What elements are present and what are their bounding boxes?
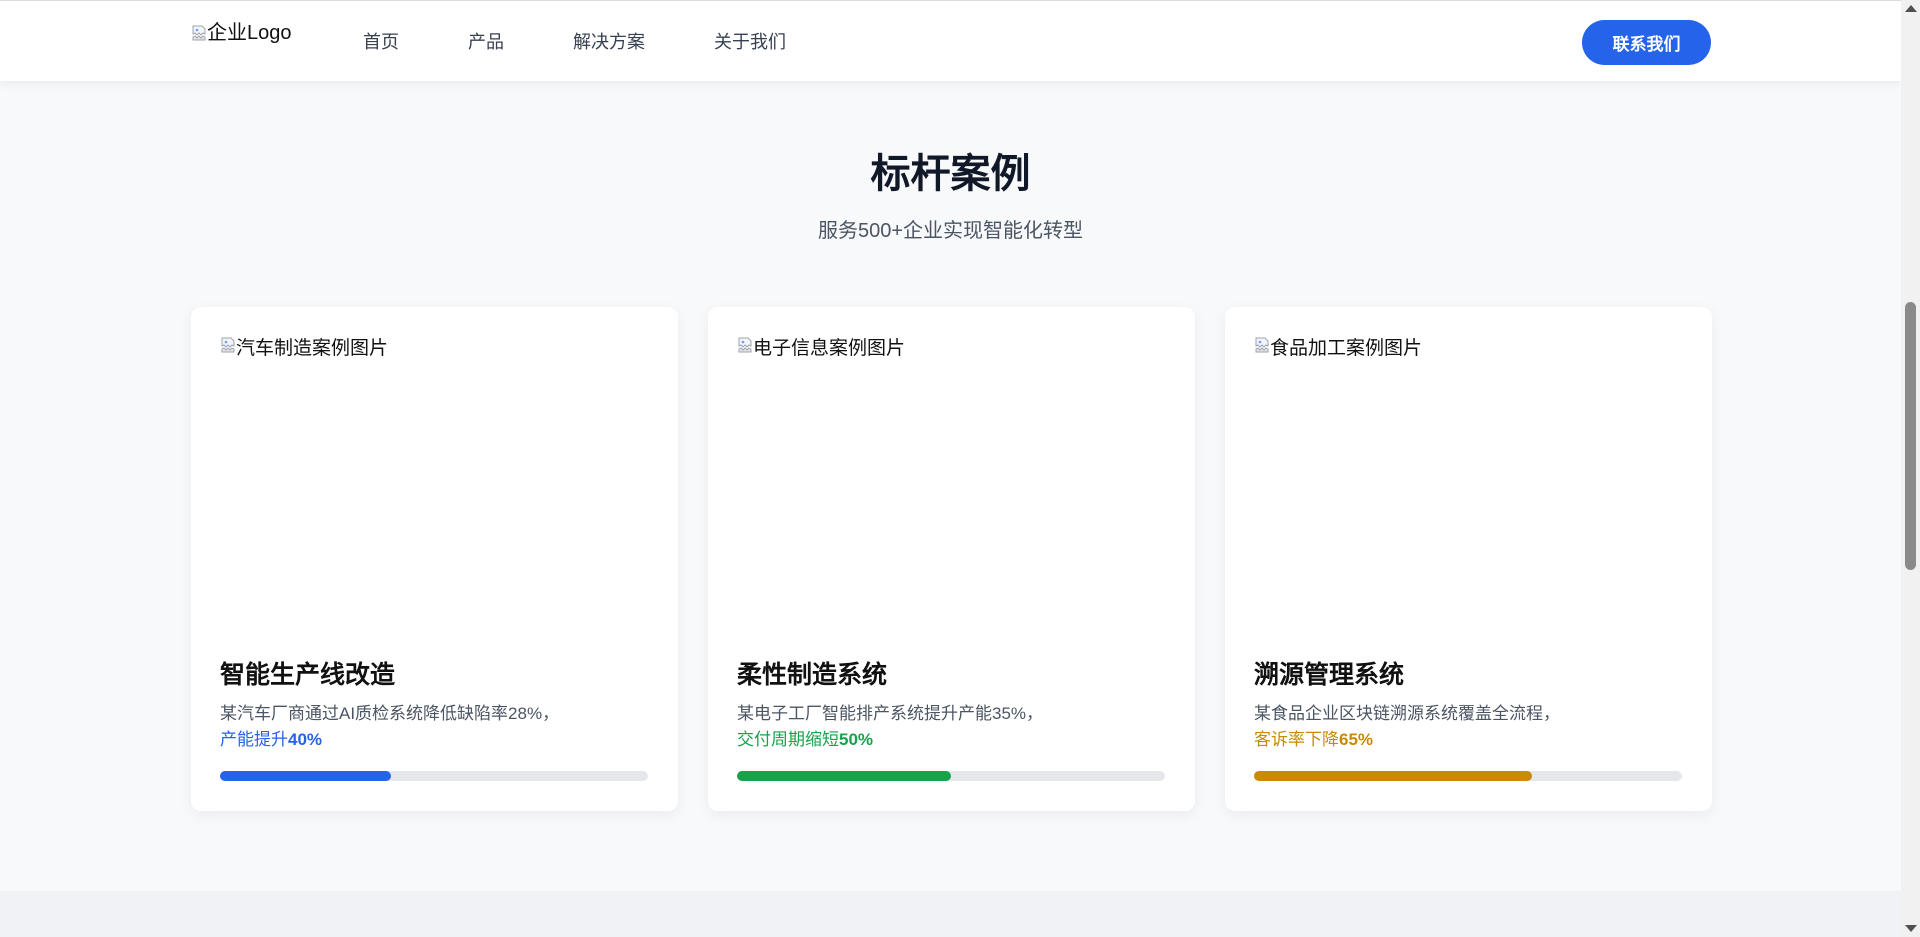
nav-home[interactable]: 首页 bbox=[363, 29, 399, 55]
case-description: 某食品企业区块链溯源系统覆盖全流程， bbox=[1254, 704, 1560, 723]
case-cards: 汽车制造案例图片 智能生产线改造 某汽车厂商通过AI质检系统降低缺陷率28%， … bbox=[191, 307, 1712, 811]
progress-fill bbox=[1254, 771, 1533, 781]
case-image-alt: 汽车制造案例图片 bbox=[236, 338, 389, 359]
case-highlight-value: 50% bbox=[839, 730, 874, 749]
case-image: 汽车制造案例图片 bbox=[220, 337, 648, 620]
case-title: 溯源管理系统 bbox=[1254, 661, 1405, 689]
contact-us-button[interactable]: 联系我们 bbox=[1582, 20, 1711, 65]
site-header: 企业Logo 首页 产品 解决方案 关于我们 联系我们 bbox=[0, 0, 1901, 81]
case-highlight: 产能提升40% bbox=[220, 727, 322, 753]
logo-alt-text: 企业Logo bbox=[207, 22, 292, 44]
broken-image-icon bbox=[191, 25, 207, 41]
case-card[interactable]: 电子信息案例图片 柔性制造系统 某电子工厂智能排产系统提升产能35%， 交付周期… bbox=[708, 307, 1195, 811]
progress-fill bbox=[737, 771, 951, 781]
case-title: 智能生产线改造 bbox=[220, 661, 396, 689]
case-highlight: 客诉率下降65% bbox=[1254, 727, 1373, 753]
case-image-alt: 食品加工案例图片 bbox=[1270, 338, 1423, 359]
case-title: 柔性制造系统 bbox=[737, 661, 888, 689]
nav-products[interactable]: 产品 bbox=[468, 29, 504, 55]
case-card[interactable]: 食品加工案例图片 溯源管理系统 某食品企业区块链溯源系统覆盖全流程， 客诉率下降… bbox=[1225, 307, 1712, 811]
case-card[interactable]: 汽车制造案例图片 智能生产线改造 某汽车厂商通过AI质检系统降低缺陷率28%， … bbox=[191, 307, 678, 811]
case-highlight-value: 65% bbox=[1339, 730, 1374, 749]
broken-image-icon bbox=[220, 337, 236, 353]
case-highlight-prefix: 客诉率下降 bbox=[1254, 730, 1339, 749]
logo[interactable]: 企业Logo bbox=[191, 21, 292, 45]
section-title: 标杆案例 bbox=[870, 152, 1031, 196]
case-highlight-value: 40% bbox=[288, 730, 323, 749]
page: 企业Logo 首页 产品 解决方案 关于我们 联系我们 标杆案例 服务500+企… bbox=[0, 0, 1901, 937]
vertical-scrollbar[interactable] bbox=[1901, 0, 1920, 937]
case-image: 电子信息案例图片 bbox=[737, 337, 1165, 620]
case-image: 食品加工案例图片 bbox=[1254, 337, 1682, 620]
case-image-alt: 电子信息案例图片 bbox=[753, 338, 906, 359]
progress-bar bbox=[220, 771, 648, 781]
broken-image-icon bbox=[737, 337, 753, 353]
chevron-up-icon[interactable] bbox=[1905, 5, 1917, 12]
case-description: 某汽车厂商通过AI质检系统降低缺陷率28%， bbox=[220, 704, 560, 723]
case-description: 某电子工厂智能排产系统提升产能35%， bbox=[737, 704, 1044, 723]
case-highlight: 交付周期缩短50% bbox=[737, 727, 873, 753]
progress-bar bbox=[737, 771, 1165, 781]
progress-bar bbox=[1254, 771, 1682, 781]
chevron-down-icon[interactable] bbox=[1905, 925, 1917, 932]
scrollbar-thumb[interactable] bbox=[1905, 302, 1916, 570]
nav-solutions[interactable]: 解决方案 bbox=[573, 29, 645, 55]
main-nav: 首页 产品 解决方案 关于我们 bbox=[363, 29, 855, 55]
case-highlight-prefix: 产能提升 bbox=[220, 730, 288, 749]
broken-image-icon bbox=[1254, 337, 1270, 353]
case-highlight-prefix: 交付周期缩短 bbox=[737, 730, 839, 749]
section-subtitle: 服务500+企业实现智能化转型 bbox=[817, 220, 1084, 242]
progress-fill bbox=[220, 771, 392, 781]
next-section bbox=[0, 891, 1901, 937]
nav-about[interactable]: 关于我们 bbox=[714, 29, 786, 55]
